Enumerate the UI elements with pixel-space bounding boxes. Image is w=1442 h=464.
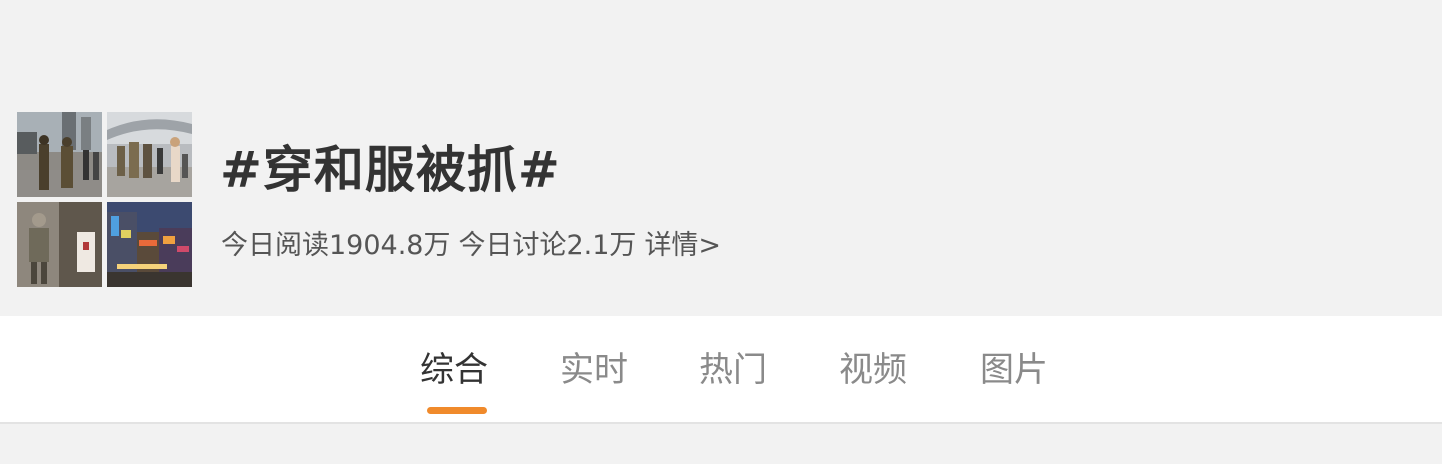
thumbnail-crowd-costume[interactable] — [107, 112, 192, 197]
thumbnail-soldiers-street[interactable] — [17, 112, 102, 197]
tab-realtime[interactable]: 实时 — [560, 346, 628, 394]
discuss-today-count: 今日讨论2.1万 — [458, 230, 637, 261]
tab-video[interactable]: 视频 — [839, 346, 907, 394]
details-link[interactable]: 详情> — [644, 230, 721, 261]
active-tab-indicator — [427, 407, 487, 414]
topic-thumbnail-grid[interactable] — [17, 112, 192, 287]
tab-bar: 综合 实时 热门 视频 图片 — [0, 316, 1442, 422]
read-today-count: 今日阅读1904.8万 — [221, 230, 451, 261]
content-area-top — [0, 424, 1442, 464]
topic-title: #穿和服被抓# — [220, 141, 561, 199]
topic-header: #穿和服被抓# 今日阅读1904.8万 今日讨论2.1万 详情> — [0, 0, 1442, 316]
tab-images[interactable]: 图片 — [980, 346, 1048, 394]
thumbnail-night-street[interactable] — [107, 202, 192, 287]
thumbnail-soldier-portrait[interactable] — [17, 202, 102, 287]
tab-hot[interactable]: 热门 — [699, 346, 767, 394]
topic-stats: 今日阅读1904.8万 今日讨论2.1万 详情> — [221, 228, 729, 264]
tab-comprehensive[interactable]: 综合 — [420, 346, 488, 394]
